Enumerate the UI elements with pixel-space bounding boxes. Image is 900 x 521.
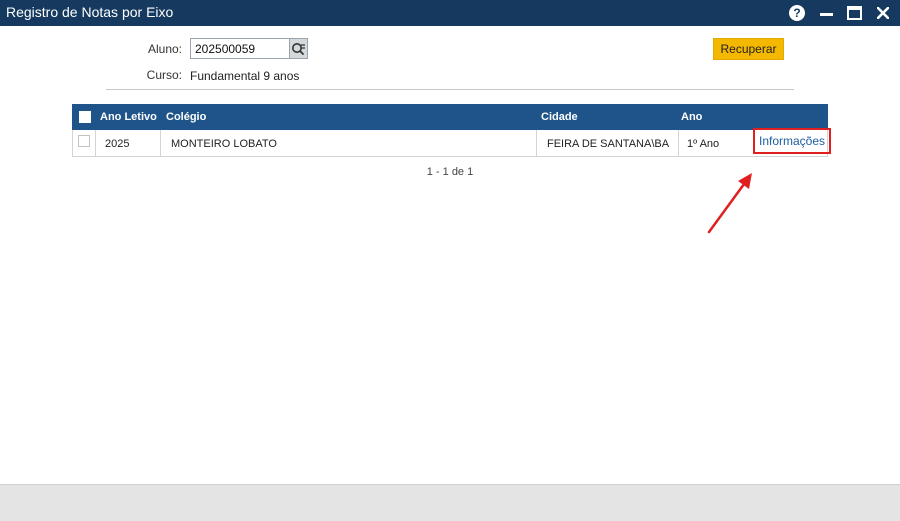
maximize-button[interactable] xyxy=(844,3,864,23)
row-checkbox[interactable] xyxy=(78,135,90,147)
close-button[interactable] xyxy=(873,3,893,23)
column-header-ano[interactable]: Ano xyxy=(681,111,702,123)
recuperar-button[interactable]: Recuperar xyxy=(713,38,784,60)
pagination-info: 1 - 1 de 1 xyxy=(426,166,474,178)
student-lookup-button[interactable] xyxy=(289,38,308,59)
window-titlebar: Registro de Notas por Eixo ? xyxy=(0,0,900,26)
search-list-icon xyxy=(292,43,305,55)
help-button[interactable]: ? xyxy=(787,3,807,23)
cell-ano: 1º Ano xyxy=(687,138,720,150)
column-divider xyxy=(678,130,679,156)
curso-value: Fundamental 9 anos xyxy=(190,69,300,83)
informacoes-link[interactable]: Informações xyxy=(753,128,831,154)
footer-bar xyxy=(0,484,900,521)
results-grid: Ano Letivo Colégio Cidade Ano 2025 MONTE… xyxy=(72,104,831,157)
minimize-button[interactable] xyxy=(816,3,836,23)
aluno-label: Aluno: xyxy=(147,42,182,56)
cell-colegio: MONTEIRO LOBATO xyxy=(171,138,277,150)
annotation-arrow-icon xyxy=(707,173,752,234)
cell-cidade: FEIRA DE SANTANA\BA xyxy=(547,138,670,150)
window-title: Registro de Notas por Eixo xyxy=(6,4,174,20)
column-header-colegio[interactable]: Colégio xyxy=(166,111,206,123)
column-header-cidade[interactable]: Cidade xyxy=(541,111,578,123)
aluno-input[interactable] xyxy=(190,38,290,59)
close-icon xyxy=(877,7,889,19)
maximize-icon xyxy=(846,6,862,20)
table-row[interactable]: 2025 MONTEIRO LOBATO FEIRA DE SANTANA\BA… xyxy=(72,128,831,157)
column-divider xyxy=(536,130,537,156)
column-header-ano-letivo[interactable]: Ano Letivo xyxy=(100,111,157,123)
grid-header: Ano Letivo Colégio Cidade Ano xyxy=(72,104,828,130)
column-divider xyxy=(95,130,96,156)
column-divider xyxy=(160,130,161,156)
minimize-icon xyxy=(819,12,833,16)
curso-label: Curso: xyxy=(146,68,182,82)
cell-ano-letivo: 2025 xyxy=(105,138,130,150)
select-all-checkbox[interactable] xyxy=(79,111,91,123)
help-icon: ? xyxy=(789,5,805,21)
form-divider xyxy=(106,89,794,90)
